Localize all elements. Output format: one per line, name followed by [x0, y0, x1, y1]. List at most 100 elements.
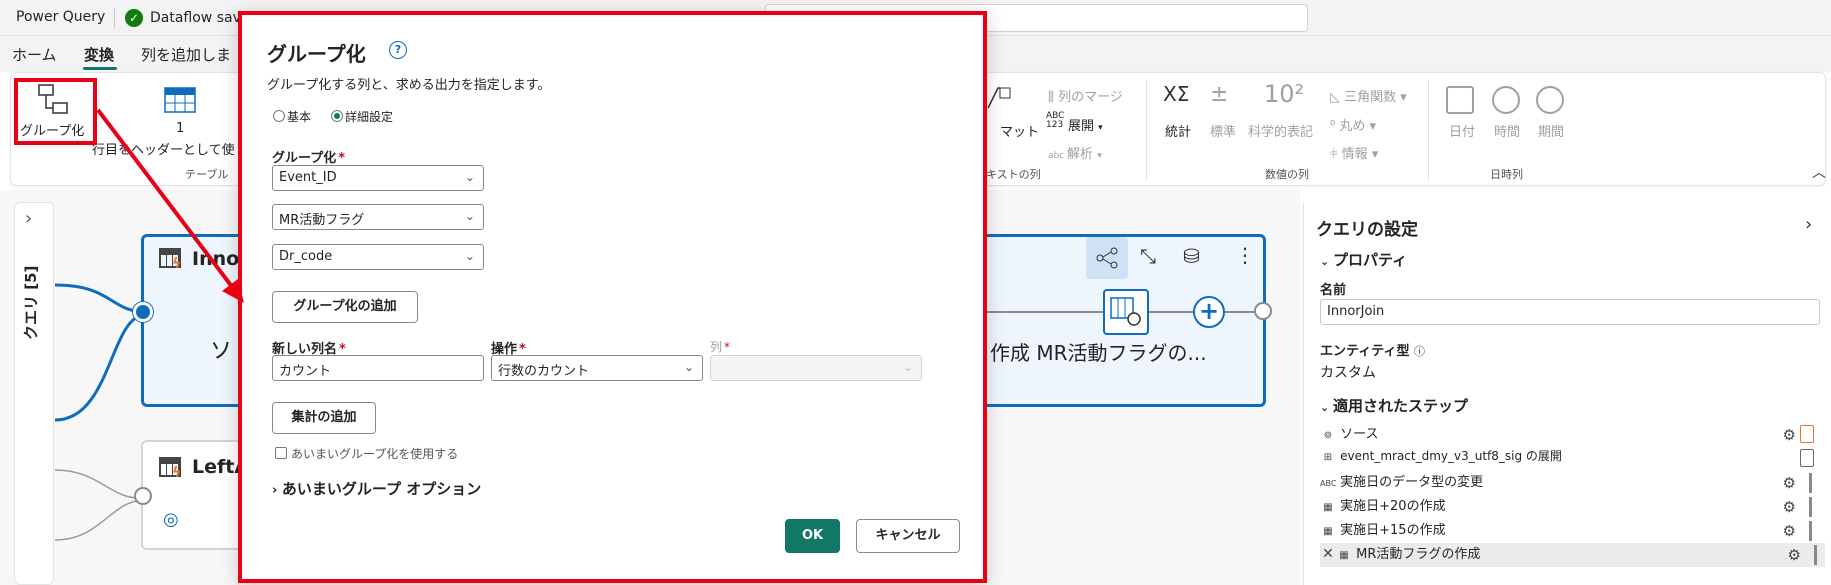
applied-step[interactable]: ⊞ event_mract_dmy_v3_utf8_sig の展開 [1320, 447, 1820, 471]
format-button[interactable]: マット [1000, 121, 1039, 140]
input-node[interactable] [133, 302, 153, 322]
ribbon-group-table: テーブル [185, 168, 229, 181]
annotation-highlight-box [14, 78, 97, 145]
fuzzy-grouping-checkbox[interactable] [275, 447, 287, 459]
gear-icon[interactable]: ⚙ [1783, 426, 1796, 444]
tab-home[interactable]: ホーム [12, 44, 57, 65]
more-options-icon[interactable]: ⋮ [1235, 243, 1255, 267]
export-icon[interactable]: ⛁ [1183, 244, 1200, 268]
chevron-down-icon: ⌄ [1320, 255, 1334, 268]
expand-button[interactable]: 展開 ▾ [1068, 115, 1103, 134]
use-first-row-line1[interactable]: 1 [176, 121, 184, 136]
share-icon [1096, 247, 1118, 269]
group-by-dropdown-2[interactable]: MR活動フラグ ⌄ [272, 204, 484, 230]
applied-step[interactable]: ⊚ ソース ⚙ [1320, 423, 1820, 447]
step-label: event_mract_dmy_v3_utf8_sig の展開 [1340, 449, 1562, 463]
cancel-button[interactable]: キャンセル [856, 519, 960, 553]
standard-button[interactable]: 標準 [1210, 121, 1236, 140]
rounding-icon: ⁰ [1330, 119, 1340, 134]
ribbon-group-number-column: 数値の列 [1265, 168, 1309, 181]
column-label: 列 * [710, 340, 731, 354]
step-connector [1149, 311, 1193, 313]
output-node[interactable] [1254, 302, 1272, 320]
step-indicator [1809, 497, 1812, 517]
chevron-down-icon: ⌄ [464, 209, 475, 223]
standard-icon: ± [1210, 82, 1229, 107]
column-dropdown[interactable]: ⌄ [710, 355, 922, 381]
trigonometry-button[interactable]: ◺ 三角関数 ▾ [1330, 86, 1407, 105]
collapse-icon[interactable]: ⤡ [1140, 244, 1156, 268]
check-circle-icon: ✓ [125, 9, 143, 27]
tab-add-column[interactable]: 列を追加しま [141, 44, 231, 65]
parse-button[interactable]: abc 解析 ▾ [1048, 143, 1102, 162]
merge-columns-button[interactable]: ⫼ 列のマージ [1048, 86, 1123, 105]
merge-icon: ⊚ [1323, 430, 1333, 441]
group-by-dropdown-3[interactable]: Dr_code ⌄ [272, 244, 484, 270]
column-gear-icon: ▦ [1323, 502, 1333, 513]
column-gear-icon: ▦ [1339, 550, 1349, 561]
step-label: 実施日のデータ型の変更 [1340, 475, 1484, 490]
fuzzy-options-expander[interactable]: › あいまいグループ オプション [272, 478, 481, 499]
ribbon-divider [1428, 80, 1429, 180]
statistics-button[interactable]: 統計 [1165, 121, 1191, 140]
scientific-button[interactable]: 科学的表記 [1248, 121, 1313, 140]
radio-advanced[interactable] [331, 110, 343, 122]
triangle-icon: ◺ [1330, 90, 1345, 105]
radio-advanced-label[interactable]: 詳細設定 [345, 108, 393, 125]
chevron-right-icon[interactable]: › [1805, 214, 1812, 235]
step-indicator [1809, 521, 1812, 541]
scientific-icon: 10² [1264, 80, 1305, 108]
collapse-ribbon-icon[interactable]: ︿ [1812, 162, 1826, 182]
chevron-down-icon: ⌄ [902, 360, 913, 374]
applied-step[interactable]: ABC 実施日のデータ型の変更 ⚙ [1320, 471, 1820, 495]
properties-section[interactable]: ⌄ プロパティ [1320, 249, 1407, 270]
step-label: 実施日+15の作成 [1340, 523, 1446, 538]
document-icon [1800, 449, 1814, 467]
time-button[interactable]: 時間 [1494, 121, 1520, 140]
gear-icon[interactable]: ⚙ [1783, 498, 1796, 516]
date-button[interactable]: 日付 [1449, 121, 1475, 140]
new-column-name-input[interactable]: カウント [272, 355, 484, 381]
input-node[interactable] [134, 487, 152, 505]
query-name-input[interactable]: InnorJoin [1320, 299, 1820, 325]
step-connector [1225, 311, 1255, 313]
format-icon [987, 87, 1011, 109]
name-label: 名前 [1320, 283, 1347, 298]
calendar-icon [1446, 86, 1474, 114]
gear-icon[interactable]: ⚙ [1788, 546, 1801, 564]
applied-step[interactable]: ▦ 実施日+20の作成 ⚙ [1320, 495, 1820, 519]
chevron-down-icon: ⌄ [464, 249, 475, 263]
app-title: Power Query [16, 9, 106, 25]
type-change-icon: ABC [1320, 479, 1337, 488]
delete-icon[interactable]: ✕ [1320, 546, 1336, 562]
gear-icon[interactable]: ⚙ [1783, 522, 1796, 540]
gear-icon[interactable]: ⚙ [1783, 474, 1796, 492]
query-card-title: Inno [192, 248, 240, 270]
applied-step[interactable]: ▦ 実施日+15の作成 ⚙ [1320, 519, 1820, 543]
stopwatch-icon [1536, 86, 1564, 114]
ribbon-group-text-column: キストの列 [986, 168, 1041, 181]
applied-steps-section[interactable]: ⌄ 適用されたステップ [1320, 395, 1468, 416]
step-label: ソ [210, 339, 233, 364]
information-button[interactable]: ⫩ 情報 ▾ [1330, 143, 1378, 162]
ribbon-divider [1146, 80, 1147, 180]
step-label: ソース [1340, 427, 1379, 442]
entity-type-label: エンティティ型 ⓘ [1320, 344, 1425, 359]
fuzzy-grouping-label[interactable]: あいまいグループ化を使用する [291, 445, 458, 462]
group-by-dropdown-1[interactable]: Event_ID ⌄ [272, 165, 484, 191]
save-status: Dataflow save [150, 10, 250, 26]
radio-basic-label[interactable]: 基本 [287, 108, 311, 125]
applied-step-selected[interactable]: ✕ ▦ MR活動フラグの作成 ⚙ [1320, 543, 1825, 567]
help-icon[interactable]: ? [389, 41, 407, 59]
rounding-button[interactable]: ⁰ 丸め ▾ [1330, 115, 1376, 134]
tab-transform[interactable]: 変換 [84, 44, 114, 65]
radio-basic[interactable] [273, 110, 285, 122]
add-grouping-button[interactable]: グループ化の追加 [272, 291, 418, 323]
operation-dropdown[interactable]: 行数のカウント ⌄ [491, 355, 703, 381]
info-icon: ⓘ [1413, 345, 1425, 358]
duration-button[interactable]: 期間 [1538, 121, 1564, 140]
add-aggregation-button[interactable]: 集計の追加 [272, 402, 376, 434]
add-step-button[interactable]: + [1193, 296, 1225, 328]
ok-button[interactable]: OK [785, 519, 840, 553]
use-first-row-as-headers-button[interactable]: 行目をヘッダーとして使 [92, 139, 235, 158]
